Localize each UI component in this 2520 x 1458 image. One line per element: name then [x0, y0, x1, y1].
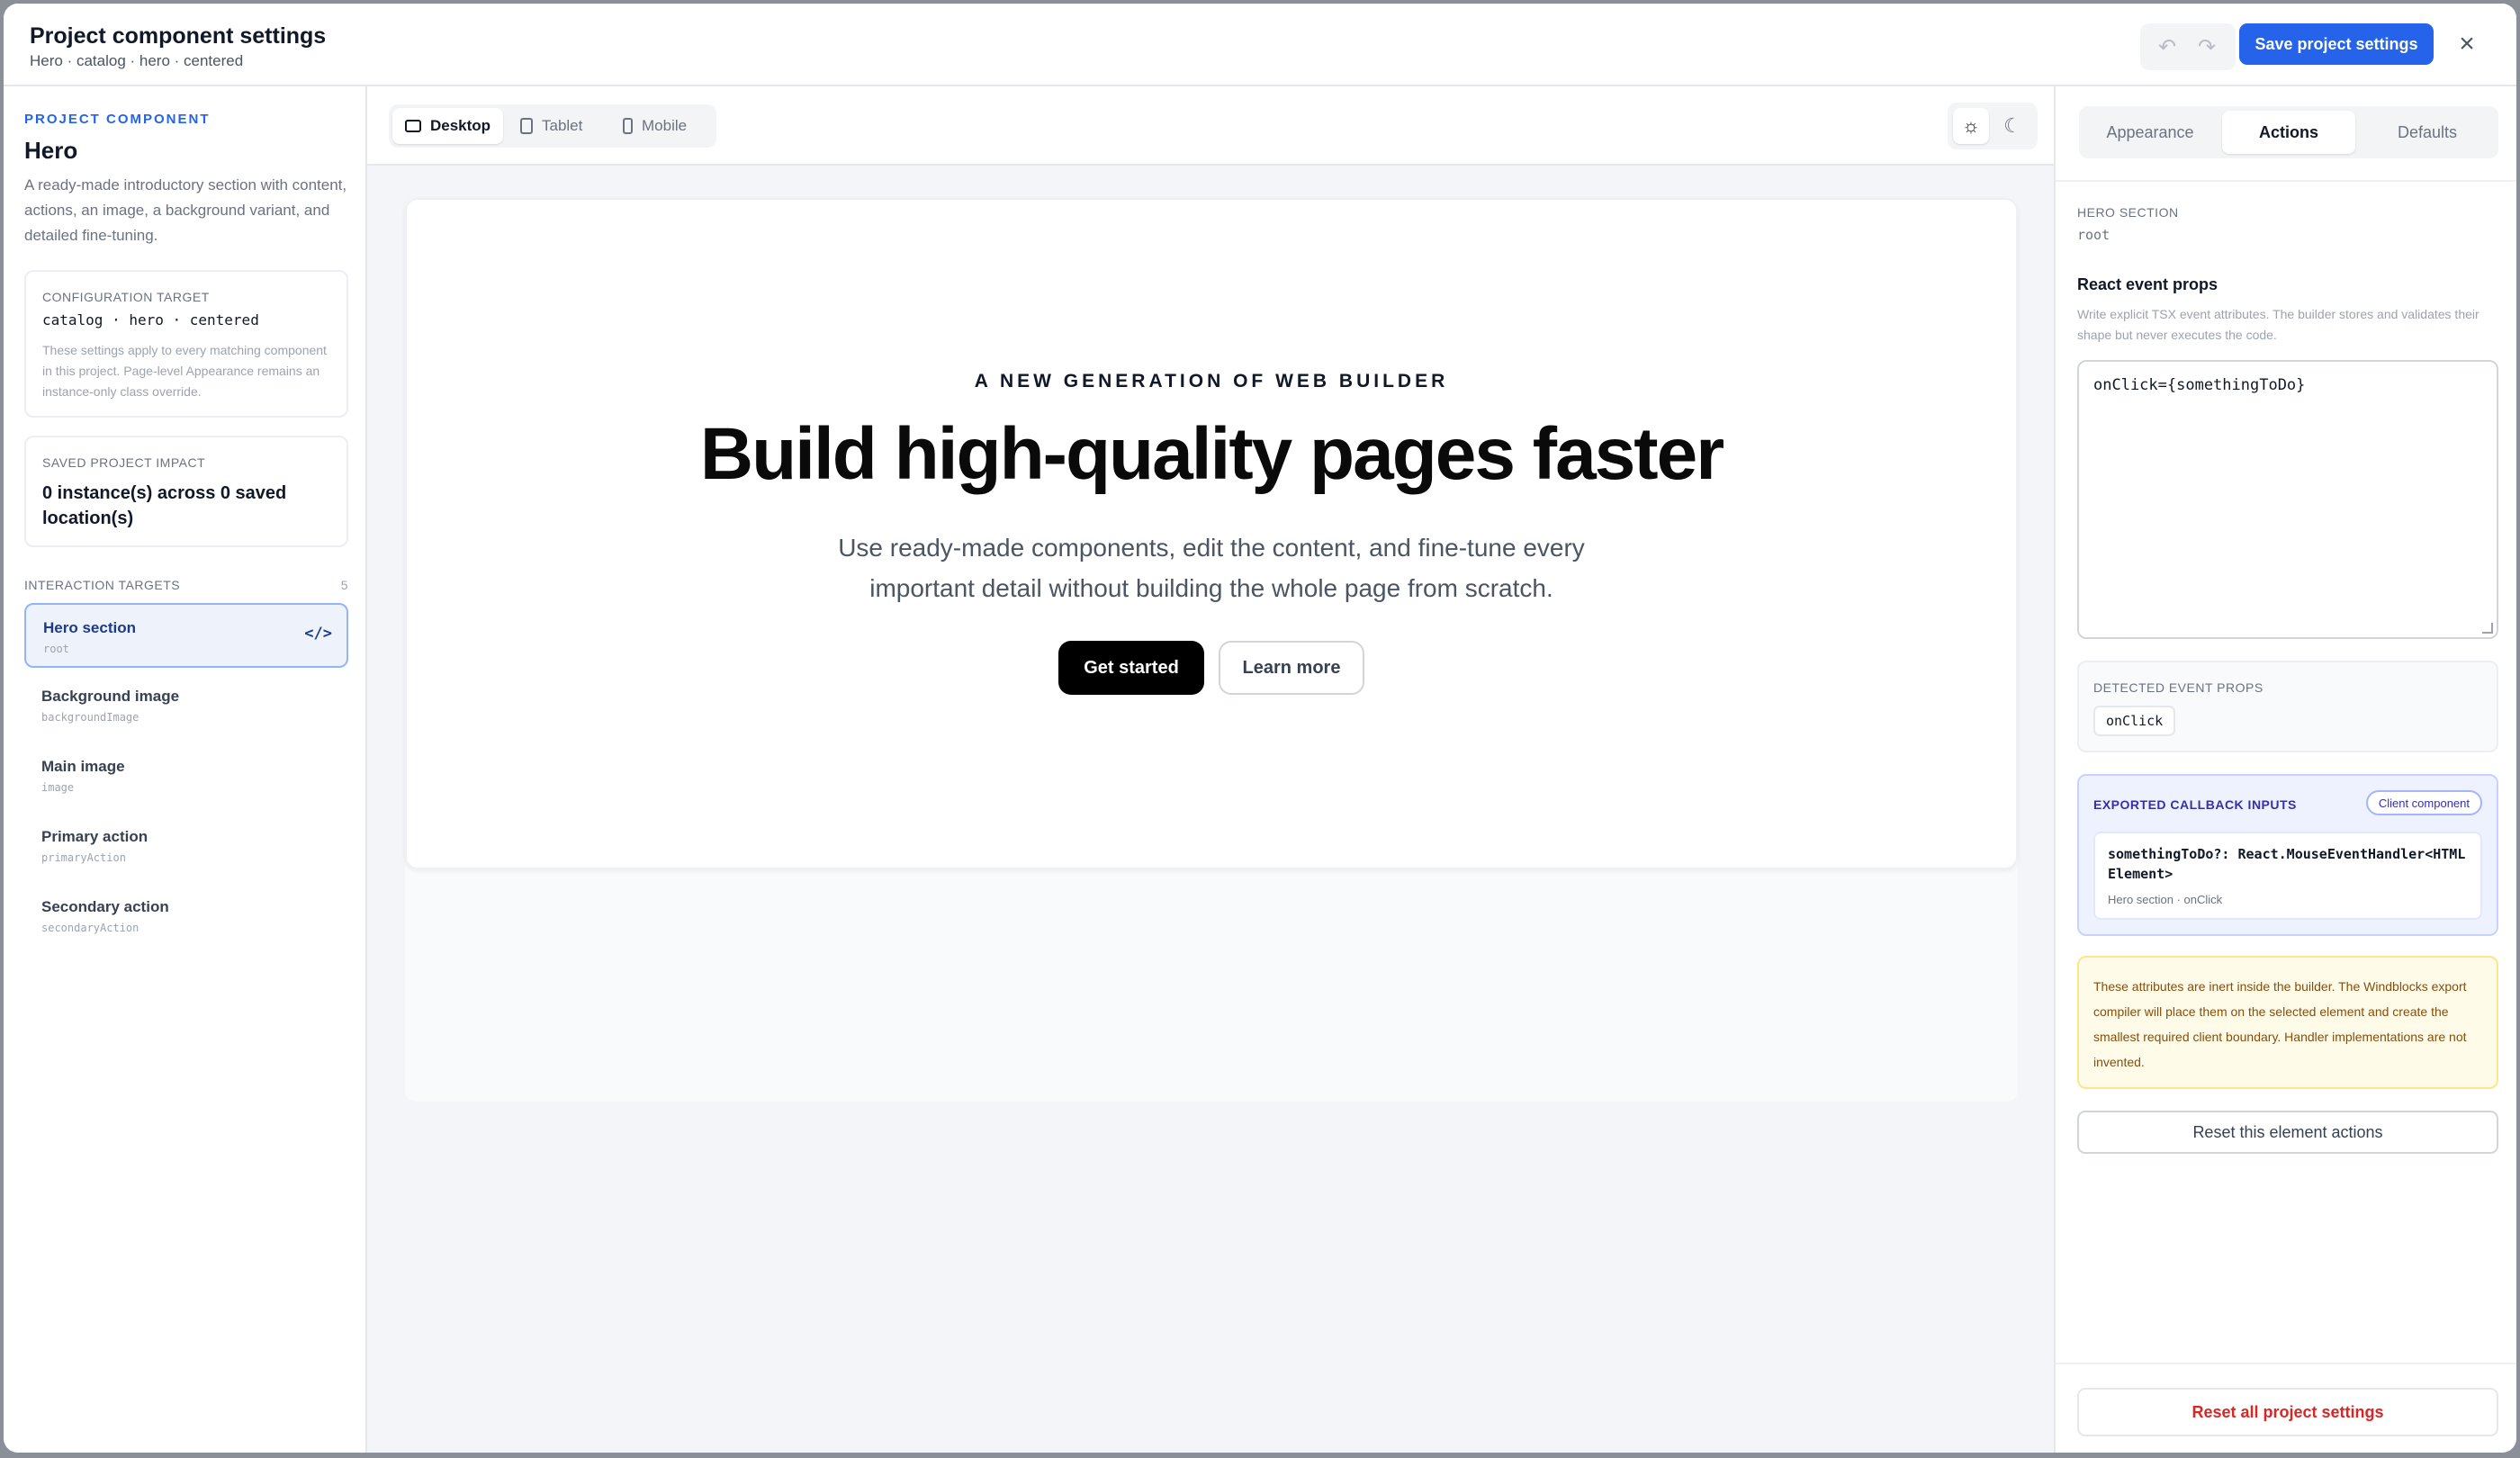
saved-impact-card: SAVED PROJECT IMPACT 0 instance(s) acros…	[24, 436, 348, 547]
event-props-value: onClick={somethingToDo}	[2093, 376, 2306, 394]
event-props-editor[interactable]: onClick={somethingToDo}	[2077, 360, 2498, 639]
configuration-target-value: catalog · hero · centered	[42, 311, 259, 328]
panel-tabs: Appearance Actions Defaults	[2079, 106, 2498, 158]
target-hero-section[interactable]: Hero section root </>	[24, 603, 348, 668]
section-label: HERO SECTION	[2077, 205, 2179, 220]
page-preview: A NEW GENERATION OF WEB BUILDER Build hi…	[405, 198, 2018, 1102]
target-name: Background image	[41, 688, 180, 705]
device-desktop[interactable]: Desktop	[392, 108, 504, 144]
sidebar-eyebrow: PROJECT COMPONENT	[24, 112, 211, 127]
detected-label: DETECTED EVENT PROPS	[2093, 680, 2264, 695]
history-controls: ↶ ↷	[2140, 23, 2236, 70]
panel-divider	[2056, 180, 2516, 182]
target-name: Secondary action	[41, 898, 169, 915]
detected-event-props: DETECTED EVENT PROPS onClick	[2077, 661, 2498, 752]
tablet-icon	[520, 118, 533, 134]
hero-subtitle: Use ready-made components, edit the cont…	[838, 534, 1585, 602]
theme-switcher: ☼ ☾	[1948, 103, 2038, 149]
target-main-image[interactable]: Main image image	[24, 743, 348, 808]
callback-item: somethingToDo?: React.MouseEventHandler<…	[2093, 832, 2482, 920]
target-secondary-action[interactable]: Secondary action secondaryAction	[24, 884, 348, 949]
exported-callback-inputs: EXPORTED CALLBACK INPUTS Client componen…	[2077, 774, 2498, 936]
device-label: Tablet	[542, 117, 583, 134]
tab-defaults[interactable]: Defaults	[2361, 111, 2494, 154]
component-name: Hero	[24, 137, 78, 164]
configuration-target-note: These settings apply to every matching c…	[42, 343, 327, 399]
event-chip: onClick	[2093, 706, 2176, 736]
target-key: secondaryAction	[41, 922, 140, 934]
target-name: Hero section	[43, 619, 136, 636]
canvas-toolbar: Desktop Tablet Mobile ☼ ☾	[367, 86, 2054, 166]
hero-title: Build high-quality pages faster	[699, 413, 1724, 495]
preview-canvas: Desktop Tablet Mobile ☼ ☾ A NEW GENERATI…	[367, 86, 2054, 1453]
close-icon[interactable]: ×	[2453, 29, 2480, 58]
target-key: primaryAction	[41, 851, 126, 864]
device-tablet[interactable]: Tablet	[508, 108, 595, 144]
callback-meta: Hero section · onClick	[2108, 893, 2223, 906]
callback-signature: somethingToDo?: React.MouseEventHandler<…	[2108, 846, 2466, 882]
section-key: root	[2077, 227, 2110, 243]
configuration-target-label: CONFIGURATION TARGET	[42, 290, 210, 304]
save-project-settings-button[interactable]: Save project settings	[2239, 23, 2434, 65]
inert-warning: These attributes are inert inside the bu…	[2077, 956, 2498, 1089]
monitor-icon	[405, 120, 421, 132]
device-switcher: Desktop Tablet Mobile	[389, 104, 716, 148]
target-key: backgroundImage	[41, 711, 140, 724]
hero-preview[interactable]: A NEW GENERATION OF WEB BUILDER Build hi…	[405, 198, 2018, 869]
client-component-badge: Client component	[2365, 790, 2482, 815]
event-props-heading: React event props	[2077, 275, 2218, 293]
interaction-targets-count: 5	[340, 578, 348, 592]
saved-impact-value: 0 instance(s) across 0 saved location(s)	[42, 483, 287, 528]
modal-title: Project component settings	[30, 23, 327, 49]
device-mobile[interactable]: Mobile	[610, 108, 699, 144]
resize-handle[interactable]	[2482, 623, 2493, 634]
target-background-image[interactable]: Background image backgroundImage	[24, 673, 348, 738]
code-icon[interactable]: </>	[304, 625, 332, 643]
configuration-target-card: CONFIGURATION TARGET catalog · hero · ce…	[24, 270, 348, 418]
target-key: root	[43, 643, 69, 655]
settings-modal: Project component settings Hero · catalo…	[4, 4, 2516, 1453]
tab-appearance[interactable]: Appearance	[2084, 111, 2217, 154]
moon-icon[interactable]: ☾	[1994, 108, 2030, 144]
get-started-button[interactable]: Get started	[1058, 641, 1204, 695]
event-props-help: Write explicit TSX event attributes. The…	[2077, 307, 2480, 342]
target-name: Primary action	[41, 828, 148, 845]
sun-icon[interactable]: ☼	[1953, 108, 1989, 144]
device-label: Desktop	[430, 117, 491, 134]
interaction-targets-header: INTERACTION TARGETS 5	[24, 578, 348, 592]
settings-panel: Appearance Actions Defaults HERO SECTION…	[2054, 86, 2516, 1453]
component-description: A ready-made introductory section with c…	[24, 176, 347, 244]
target-name: Main image	[41, 758, 125, 775]
learn-more-button[interactable]: Learn more	[1219, 641, 1364, 695]
phone-icon	[623, 118, 633, 134]
target-key: image	[41, 781, 75, 794]
hero-eyebrow: A NEW GENERATION OF WEB BUILDER	[974, 371, 1449, 392]
modal-subtitle: Hero · catalog · hero · centered	[30, 52, 244, 69]
device-label: Mobile	[642, 117, 688, 134]
redo-icon[interactable]: ↷	[2196, 35, 2218, 59]
undo-icon[interactable]: ↶	[2156, 35, 2178, 59]
interaction-targets-label: INTERACTION TARGETS	[24, 578, 181, 592]
reset-element-actions-button[interactable]: Reset this element actions	[2077, 1111, 2498, 1154]
target-primary-action[interactable]: Primary action primaryAction	[24, 814, 348, 878]
modal-header: Project component settings Hero · catalo…	[4, 4, 2516, 86]
reset-all-settings-button[interactable]: Reset all project settings	[2077, 1388, 2498, 1436]
tab-actions[interactable]: Actions	[2222, 111, 2355, 154]
component-sidebar: PROJECT COMPONENT Hero A ready-made intr…	[4, 86, 367, 1453]
saved-impact-label: SAVED PROJECT IMPACT	[42, 455, 206, 470]
callback-label: EXPORTED CALLBACK INPUTS	[2093, 797, 2297, 812]
panel-footer-divider	[2056, 1363, 2516, 1364]
